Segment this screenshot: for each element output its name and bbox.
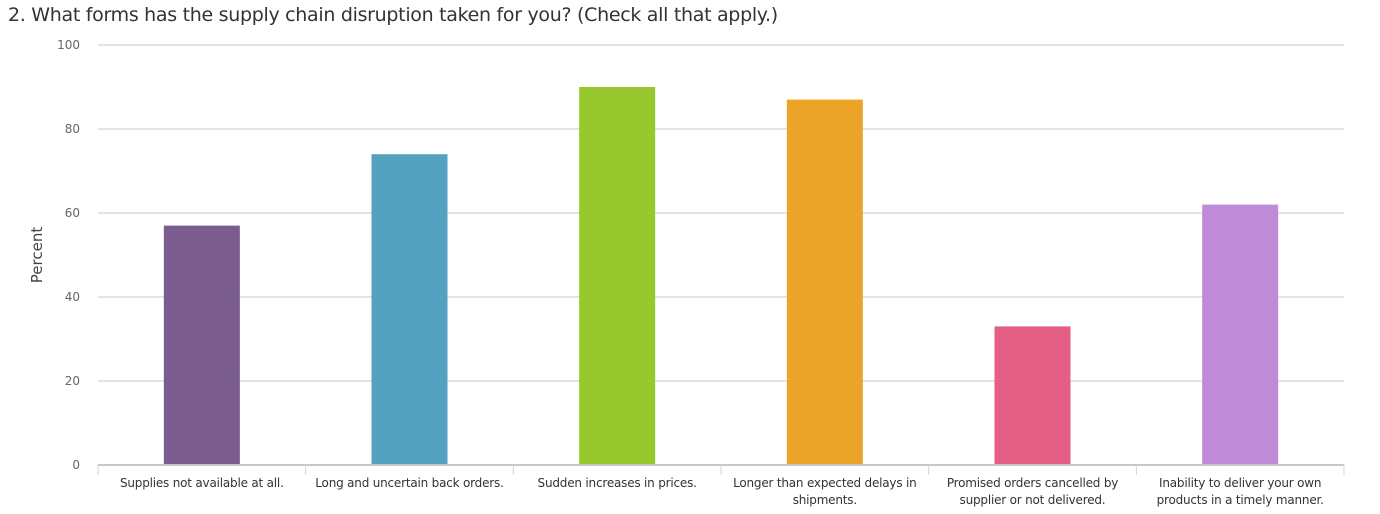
y-tick-label: 80	[65, 122, 80, 136]
x-axis	[97, 465, 1345, 475]
y-tick-label: 100	[57, 38, 80, 52]
y-tick-label: 0	[72, 458, 80, 472]
x-tick-label: Long and uncertain back orders.	[315, 476, 504, 490]
y-axis-label: Percent	[28, 227, 46, 284]
x-tick-label: Inability to deliver your own products i…	[1156, 476, 1324, 507]
bar[interactable]	[786, 99, 863, 464]
y-tick-label: 20	[65, 374, 80, 388]
gridlines	[98, 44, 1344, 466]
bar[interactable]	[579, 87, 656, 464]
x-tick-label: Sudden increases in prices.	[537, 476, 697, 490]
bar[interactable]	[371, 154, 448, 464]
y-tick-label: 60	[65, 206, 80, 220]
bar[interactable]	[1202, 204, 1279, 464]
x-tick-label: Supplies not available at all.	[119, 476, 284, 490]
bars	[163, 87, 1279, 464]
bar[interactable]	[163, 225, 240, 464]
y-axis-ticks: 0 20 40 60 80 100	[57, 38, 80, 472]
bar[interactable]	[994, 326, 1071, 464]
y-tick-label: 40	[65, 290, 80, 304]
bar-chart: 0 20 40 60 80 100 Percent	[28, 38, 1345, 475]
x-tick-label: Promised orders cancelled by supplier or…	[946, 476, 1119, 507]
x-tick-label: Longer than expected delays in shipments…	[733, 476, 917, 507]
